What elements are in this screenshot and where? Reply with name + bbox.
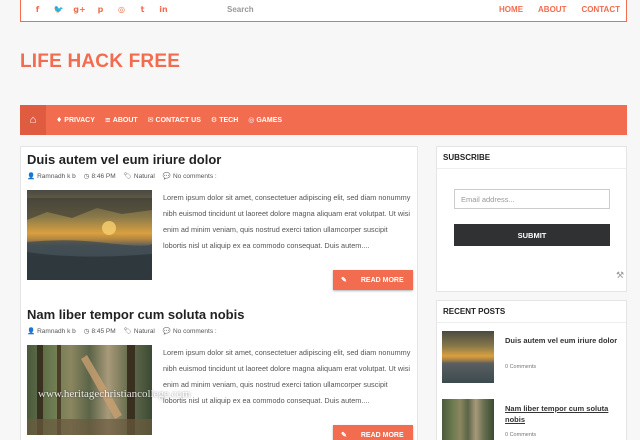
recent-post-title[interactable]: Duis autem vel eum iriure dolor bbox=[505, 335, 620, 346]
post-comments[interactable]: No comments : bbox=[173, 328, 217, 335]
author-meta: 👤 Ramnadh k b bbox=[27, 327, 76, 336]
post-time: 8:46 PM bbox=[91, 172, 116, 180]
nav-item-label: PRIVACY bbox=[64, 116, 95, 124]
list-icon: ≡ bbox=[104, 116, 111, 124]
recent-post-thumbnail[interactable] bbox=[442, 399, 494, 440]
recent-posts-widget: RECENT POSTS Duis autem vel eum iriure d… bbox=[436, 300, 627, 440]
user-icon: 👤 bbox=[27, 173, 36, 180]
gear-icon: ⚙ bbox=[210, 116, 218, 124]
main-nav: ⌂ ♦ PRIVACY ≡ ABOUT ✉ CONTACT US ⚙ TECH … bbox=[20, 105, 627, 135]
nav-item-privacy[interactable]: ♦ PRIVACY bbox=[56, 116, 95, 124]
top-menu-contact[interactable]: CONTACT bbox=[581, 5, 620, 14]
email-field[interactable]: Email address... bbox=[454, 189, 610, 209]
time-meta: ◷ 8:46 PM bbox=[83, 172, 116, 181]
post-card: Nam liber tempor cum soluta nobis 👤 Ramna… bbox=[27, 307, 413, 440]
top-menu: HOME ABOUT CONTACT bbox=[499, 5, 620, 14]
recent-post-item: Duis autem vel eum iriure dolor 0 Commen… bbox=[442, 331, 622, 387]
nav-item-label: ABOUT bbox=[112, 116, 138, 124]
post-meta: 👤 Ramnadh k b ◷ 8:45 PM 🏷 Natural 💬 No comme… bbox=[27, 327, 413, 336]
recent-post-thumbnail[interactable] bbox=[442, 331, 494, 383]
subscribe-widget: SUBSCRIBE Email address... SUBMIT ⚒ bbox=[436, 146, 627, 292]
author-meta: 👤 Ramnadh k b bbox=[27, 172, 76, 181]
comments-meta: 💬 No comments : bbox=[162, 327, 217, 336]
nav-item-contact-us[interactable]: ✉ CONTACT US bbox=[148, 116, 201, 124]
link-icon: ✎ bbox=[341, 432, 347, 439]
tumblr-icon[interactable]: t bbox=[132, 5, 153, 14]
time-meta: ◷ 8:45 PM bbox=[83, 327, 116, 336]
nav-item-games[interactable]: ◎ GAMES bbox=[248, 116, 282, 124]
gamepad-icon: ◎ bbox=[248, 116, 255, 124]
linkedin-icon[interactable]: in bbox=[153, 5, 174, 14]
nav-item-label: CONTACT US bbox=[155, 116, 201, 124]
read-more-button[interactable]: ✎ READ MORE bbox=[333, 425, 413, 440]
home-icon[interactable]: ⌂ bbox=[20, 105, 46, 135]
google-plus-icon[interactable]: g+ bbox=[69, 5, 90, 14]
user-icon: 👤 bbox=[27, 328, 36, 335]
tag-icon: 🏷 bbox=[123, 328, 132, 335]
instagram-icon[interactable]: ◎ bbox=[111, 5, 132, 14]
comment-icon: 💬 bbox=[162, 328, 171, 335]
post-thumbnail[interactable] bbox=[27, 190, 152, 280]
post-author[interactable]: Ramnadh k b bbox=[37, 328, 76, 335]
facebook-icon[interactable]: f bbox=[27, 5, 48, 14]
watermark-text: www.heritagechristiancollege.com bbox=[38, 388, 191, 400]
envelope-icon: ✉ bbox=[147, 116, 154, 124]
top-bar: f 🐦 g+ p ◎ t in Search HOME ABOUT CONTAC… bbox=[20, 0, 627, 22]
post-author[interactable]: Ramnadh k b bbox=[37, 173, 76, 180]
clock-icon: ◷ bbox=[83, 328, 90, 335]
post-label[interactable]: Natural bbox=[134, 328, 155, 335]
nav-item-tech[interactable]: ⚙ TECH bbox=[211, 116, 238, 124]
clock-icon: ◷ bbox=[83, 173, 90, 180]
recent-post-title[interactable]: Nam liber tempor cum soluta nobis bbox=[505, 403, 620, 425]
read-more-label: READ MORE bbox=[360, 431, 404, 439]
top-menu-about[interactable]: ABOUT bbox=[538, 5, 566, 14]
recent-post-comments: 0 Comments bbox=[505, 364, 537, 370]
tag-icon: 🏷 bbox=[123, 173, 132, 180]
nav-item-label: TECH bbox=[219, 116, 239, 124]
read-more-label: READ MORE bbox=[360, 276, 404, 284]
pinterest-icon[interactable]: p bbox=[90, 5, 111, 14]
sunset-beach-image bbox=[27, 198, 152, 280]
site-title[interactable]: LIFE HACK FREE bbox=[20, 51, 180, 73]
link-icon: ✎ bbox=[341, 277, 347, 284]
read-more-button[interactable]: ✎ READ MORE bbox=[333, 270, 413, 290]
label-meta: 🏷 Natural bbox=[123, 327, 155, 336]
label-meta: 🏷 Natural bbox=[123, 172, 155, 181]
recent-post-comments: 0 Comments bbox=[505, 432, 537, 438]
post-title[interactable]: Nam liber tempor cum soluta nobis bbox=[27, 307, 413, 322]
post-time: 8:45 PM bbox=[91, 327, 116, 335]
wrench-icon[interactable]: ⚒ bbox=[616, 271, 624, 281]
nav-item-label: GAMES bbox=[256, 116, 283, 124]
twitter-icon[interactable]: 🐦 bbox=[48, 5, 69, 14]
subscribe-title: SUBSCRIBE bbox=[437, 147, 626, 169]
lightbulb-icon: ♦ bbox=[56, 116, 63, 124]
post-title[interactable]: Duis autem vel eum iriure dolor bbox=[27, 152, 413, 167]
post-comments[interactable]: No comments : bbox=[173, 173, 217, 180]
post-meta: 👤 Ramnadh k b ◷ 8:46 PM 🏷 Natural 💬 No comme… bbox=[27, 172, 413, 181]
submit-button[interactable]: SUBMIT bbox=[454, 224, 610, 246]
comment-icon: 💬 bbox=[162, 173, 171, 180]
post-excerpt: Lorem ipsum dolor sit amet, consectetuer… bbox=[163, 348, 411, 405]
post-card: Duis autem vel eum iriure dolor 👤 Ramnadh… bbox=[27, 152, 413, 292]
search-input[interactable]: Search bbox=[227, 5, 367, 14]
recent-posts-title: RECENT POSTS bbox=[437, 301, 626, 323]
post-label[interactable]: Natural bbox=[134, 173, 155, 180]
nav-item-about[interactable]: ≡ ABOUT bbox=[105, 116, 138, 124]
post-excerpt: Lorem ipsum dolor sit amet, consectetuer… bbox=[163, 193, 411, 250]
recent-post-item: Nam liber tempor cum soluta nobis 0 Comm… bbox=[442, 399, 622, 440]
top-menu-home[interactable]: HOME bbox=[499, 5, 523, 14]
comments-meta: 💬 No comments : bbox=[162, 172, 217, 181]
social-links: f 🐦 g+ p ◎ t in bbox=[27, 5, 174, 14]
